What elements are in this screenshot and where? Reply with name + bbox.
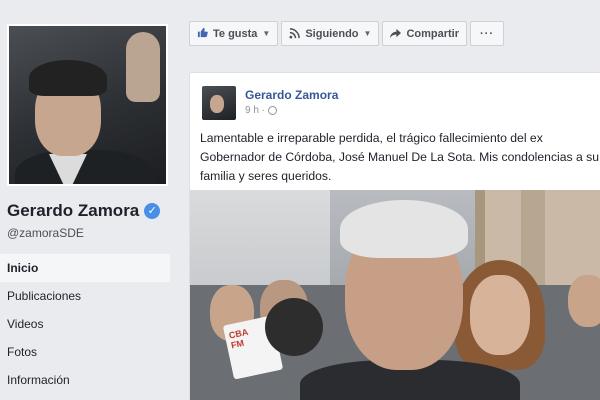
photo-main-person-hair (340, 200, 468, 258)
rss-icon (289, 28, 301, 39)
nav-item-videos[interactable]: Videos (0, 310, 170, 338)
nav-item-publicaciones[interactable]: Publicaciones (0, 282, 170, 310)
following-caret-icon: ▼ (363, 29, 372, 38)
page-action-bar: Te gusta ▼ Siguiendo ▼ Compartir ··· (189, 21, 504, 46)
following-button[interactable]: Siguiendo ▼ (281, 21, 380, 46)
nav-item-fotos[interactable]: Fotos (0, 338, 170, 366)
following-button-label: Siguiendo (305, 27, 359, 40)
photo-microphone-logo: CBA FM (227, 326, 250, 351)
globe-icon (268, 106, 278, 115)
share-button-label: Compartir (406, 27, 459, 40)
nav-item-informacion[interactable]: Información (0, 366, 170, 394)
post-meta: 9 h · (245, 105, 278, 116)
post-card: Gerardo Zamora 9 h · Lamentable e irrepa… (189, 72, 600, 400)
profile-picture-hair (29, 60, 107, 96)
more-icon: ··· (480, 27, 494, 40)
more-options-button[interactable]: ··· (470, 21, 504, 46)
like-button[interactable]: Te gusta ▼ (189, 21, 279, 46)
profile-handle: @zamoraSDE (7, 226, 84, 240)
thumbs-up-icon (197, 27, 208, 41)
left-column: Gerardo Zamora ✓ @zamoraSDE Inicio Publi… (0, 0, 178, 400)
profile-picture-raised-hand (126, 32, 160, 102)
post-photo[interactable]: CBA FM (190, 190, 600, 400)
photo-bystander-head (568, 275, 600, 327)
photo-woman-face (470, 275, 530, 355)
profile-name[interactable]: Gerardo Zamora (7, 201, 139, 221)
like-button-label: Te gusta (213, 27, 258, 40)
profile-picture[interactable] (7, 24, 168, 186)
post-avatar-face (210, 95, 224, 113)
page-nav: Inicio Publicaciones Videos Fotos Inform… (0, 254, 170, 394)
share-arrow-icon (390, 28, 402, 39)
post-author-name[interactable]: Gerardo Zamora (245, 88, 338, 102)
profile-name-row: Gerardo Zamora ✓ (7, 201, 161, 221)
verified-check-icon: ✓ (144, 203, 161, 219)
post-text: Lamentable e irreparable perdida, el trá… (200, 131, 600, 183)
nav-item-inicio[interactable]: Inicio (0, 254, 170, 282)
post-timestamp[interactable]: 9 h · (245, 105, 265, 116)
post-author-avatar[interactable] (202, 86, 236, 120)
share-button[interactable]: Compartir (382, 21, 467, 46)
photo-microphone (265, 298, 323, 356)
like-caret-icon: ▼ (262, 29, 271, 38)
